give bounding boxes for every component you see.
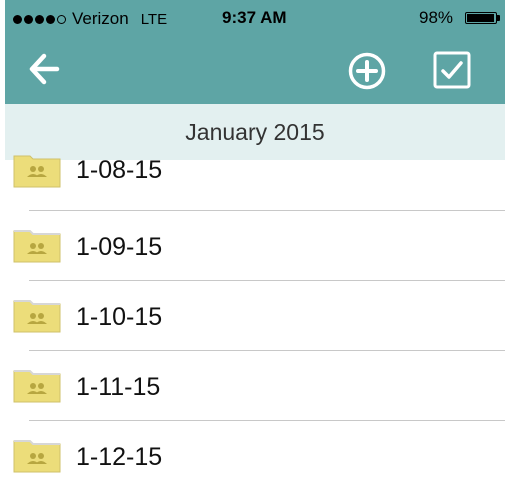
folder-row[interactable]: 1-10-15 [0, 281, 505, 351]
battery-icon [465, 12, 497, 24]
signal-strength: Verizon LTE [13, 9, 167, 29]
folder-name: 1-08-15 [76, 156, 163, 184]
screen: Verizon LTE 9:37 AM 98% January 2015 1-0… [0, 0, 505, 485]
arrow-left-icon [29, 53, 60, 85]
checkbox-icon [433, 51, 471, 89]
folder-row[interactable]: 1-09-15 [0, 211, 505, 281]
add-button[interactable] [347, 51, 387, 91]
carrier-name: Verizon [72, 9, 129, 28]
signal-dot [35, 14, 44, 24]
shared-folder-icon [13, 370, 61, 403]
folder-row[interactable]: 1-12-15 [0, 421, 505, 485]
signal-dot-empty [57, 14, 66, 24]
folder-name: 1-09-15 [76, 233, 163, 261]
nav-bar [5, 36, 505, 104]
plus-circle-icon [348, 52, 386, 90]
signal-dot [24, 14, 33, 24]
back-button[interactable] [27, 51, 63, 87]
top-bar: Verizon LTE 9:37 AM 98% [5, 0, 505, 104]
battery-fill [467, 14, 495, 22]
battery-percent: 98% [419, 8, 454, 27]
section-title: January 2015 [185, 119, 325, 145]
folder-name: 1-11-15 [76, 373, 161, 401]
folder-name: 1-10-15 [76, 303, 163, 331]
network-type: LTE [140, 10, 168, 28]
battery-tip [497, 15, 500, 21]
signal-dot [46, 14, 55, 24]
section-header: January 2015 [5, 104, 505, 160]
shared-folder-icon [13, 230, 61, 263]
status-time: 9:37 AM [222, 8, 287, 27]
status-bar: Verizon LTE 9:37 AM 98% [5, 0, 505, 36]
shared-folder-icon [13, 300, 61, 333]
folder-row[interactable]: 1-11-15 [0, 351, 505, 421]
folder-name: 1-12-15 [76, 443, 163, 471]
select-button[interactable] [432, 50, 472, 90]
shared-folder-icon [13, 440, 61, 473]
signal-dot [13, 14, 22, 24]
shared-folder-icon [13, 155, 61, 188]
